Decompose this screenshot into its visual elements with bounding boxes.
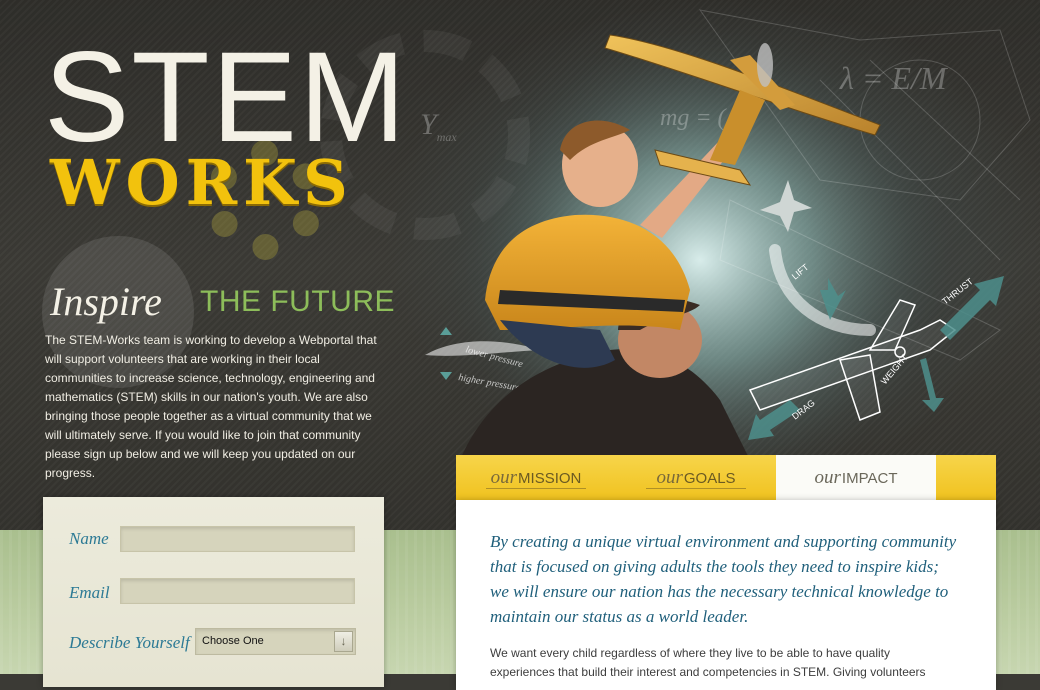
formula-y-sub: max <box>436 130 457 144</box>
logo-works: WORKS <box>50 146 354 219</box>
tab-mission[interactable]: ourMISSION <box>456 455 616 500</box>
formula-y: Ymax <box>420 108 457 145</box>
content-tabs: ourMISSION ourGOALS ourIMPACT <box>456 455 996 500</box>
tab-goals-label: GOALS <box>683 470 736 487</box>
formula-y-text: Y <box>420 108 437 141</box>
tab-mission-underline <box>486 488 586 489</box>
tab-mission-prefix: our <box>490 467 518 488</box>
tab-impact-prefix: our <box>814 467 841 488</box>
tab-goals[interactable]: ourGOALS <box>616 455 776 500</box>
name-input[interactable] <box>120 526 355 552</box>
tab-goals-prefix: our <box>656 467 683 488</box>
hero-illustration: LIFT THRUST DRAG WEIGHT lower pressure h… <box>400 0 1040 460</box>
describe-yourself-label: Describe Yourself <box>69 633 190 652</box>
email-label: Email <box>69 583 110 602</box>
tab-impact[interactable]: ourIMPACT <box>776 455 936 500</box>
chevron-down-icon[interactable]: ↓ <box>334 631 353 652</box>
formula-lambda: λ = E/M <box>840 60 947 96</box>
impact-panel: By creating a unique virtual environment… <box>456 500 996 690</box>
describe-yourself-select[interactable]: Choose One ↓ <box>195 628 356 655</box>
tab-mission-label: MISSION <box>518 470 582 487</box>
select-value: Choose One <box>202 635 264 647</box>
name-label: Name <box>69 529 109 548</box>
intro-paragraph: The STEM-Works team is working to develo… <box>45 333 377 480</box>
impact-body-text: We want every child regardless of where … <box>490 646 926 679</box>
signup-form: Name Email Describe Yourself Choose One … <box>43 497 384 687</box>
the-future-heading: THE FUTURE <box>200 285 395 318</box>
tab-goals-underline <box>646 488 746 489</box>
logo-stem: STEM <box>44 26 408 169</box>
formula-mg: mg = ( <box>660 105 726 131</box>
tab-impact-label: IMPACT <box>841 470 898 487</box>
impact-lead-text: By creating a unique virtual environment… <box>490 532 957 626</box>
inspire-heading: Inspire <box>50 279 162 324</box>
email-input[interactable] <box>120 578 355 604</box>
